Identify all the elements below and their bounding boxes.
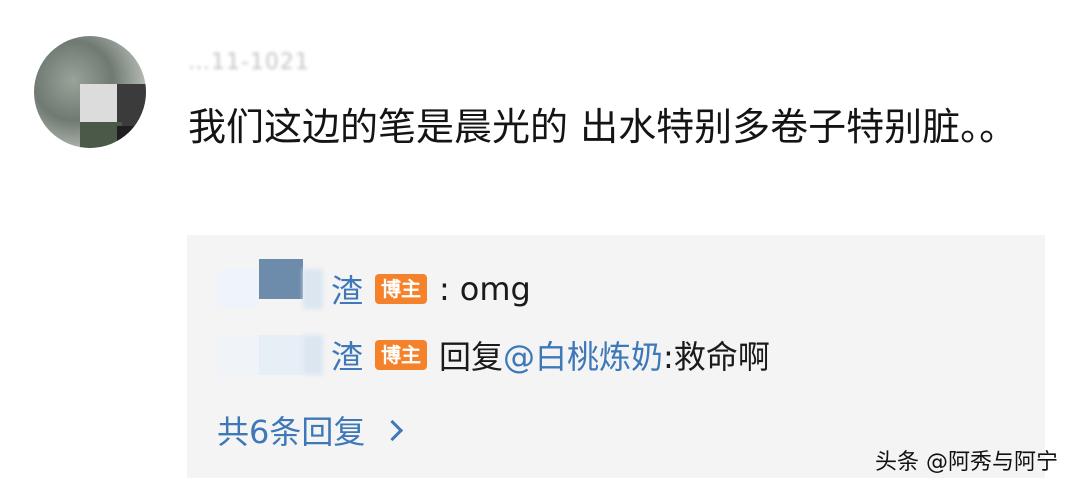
reply-author-name[interactable]: 渣 [331, 332, 363, 378]
reply-content: omg [459, 270, 531, 308]
comment-text: 我们这边的笔是晨光的 出水特别多卷子特别脏。。 [188, 105, 1018, 149]
author-badge: 博主 [375, 340, 428, 370]
reply-item[interactable]: 渣 博主 : omg [217, 259, 531, 317]
reply-author-blurred[interactable] [217, 259, 327, 313]
author-badge: 博主 [375, 274, 428, 304]
watermark: 头条 @阿秀与阿宁 [875, 450, 1058, 475]
avatar-mosaic [117, 126, 146, 148]
reply-author-name[interactable]: 渣 [331, 266, 363, 312]
more-replies-link[interactable]: 共6条回复 [217, 407, 404, 453]
avatar-mosaic [80, 84, 122, 126]
reply-item[interactable]: 渣 博主 回复 @白桃炼奶 :救命啊 [217, 327, 770, 383]
avatar[interactable] [34, 36, 146, 148]
reply-separator: : [439, 270, 450, 308]
reply-box[interactable]: 渣 博主 : omg 渣 博主 回复 @白桃炼奶 :救命啊 共6条回复 [187, 235, 1045, 478]
reply-mention[interactable]: @白桃炼奶 [503, 332, 663, 378]
chevron-right-icon [382, 419, 404, 441]
avatar-mosaic [80, 122, 122, 148]
avatar-mosaic [117, 84, 146, 126]
reply-verb: 回复 [439, 338, 504, 376]
comment-meta: …11-1021 [188, 50, 310, 75]
reply-author-blurred[interactable] [217, 331, 327, 379]
more-replies-label[interactable]: 共6条回复 [217, 407, 365, 453]
reply-content: :救命啊 [663, 338, 770, 376]
